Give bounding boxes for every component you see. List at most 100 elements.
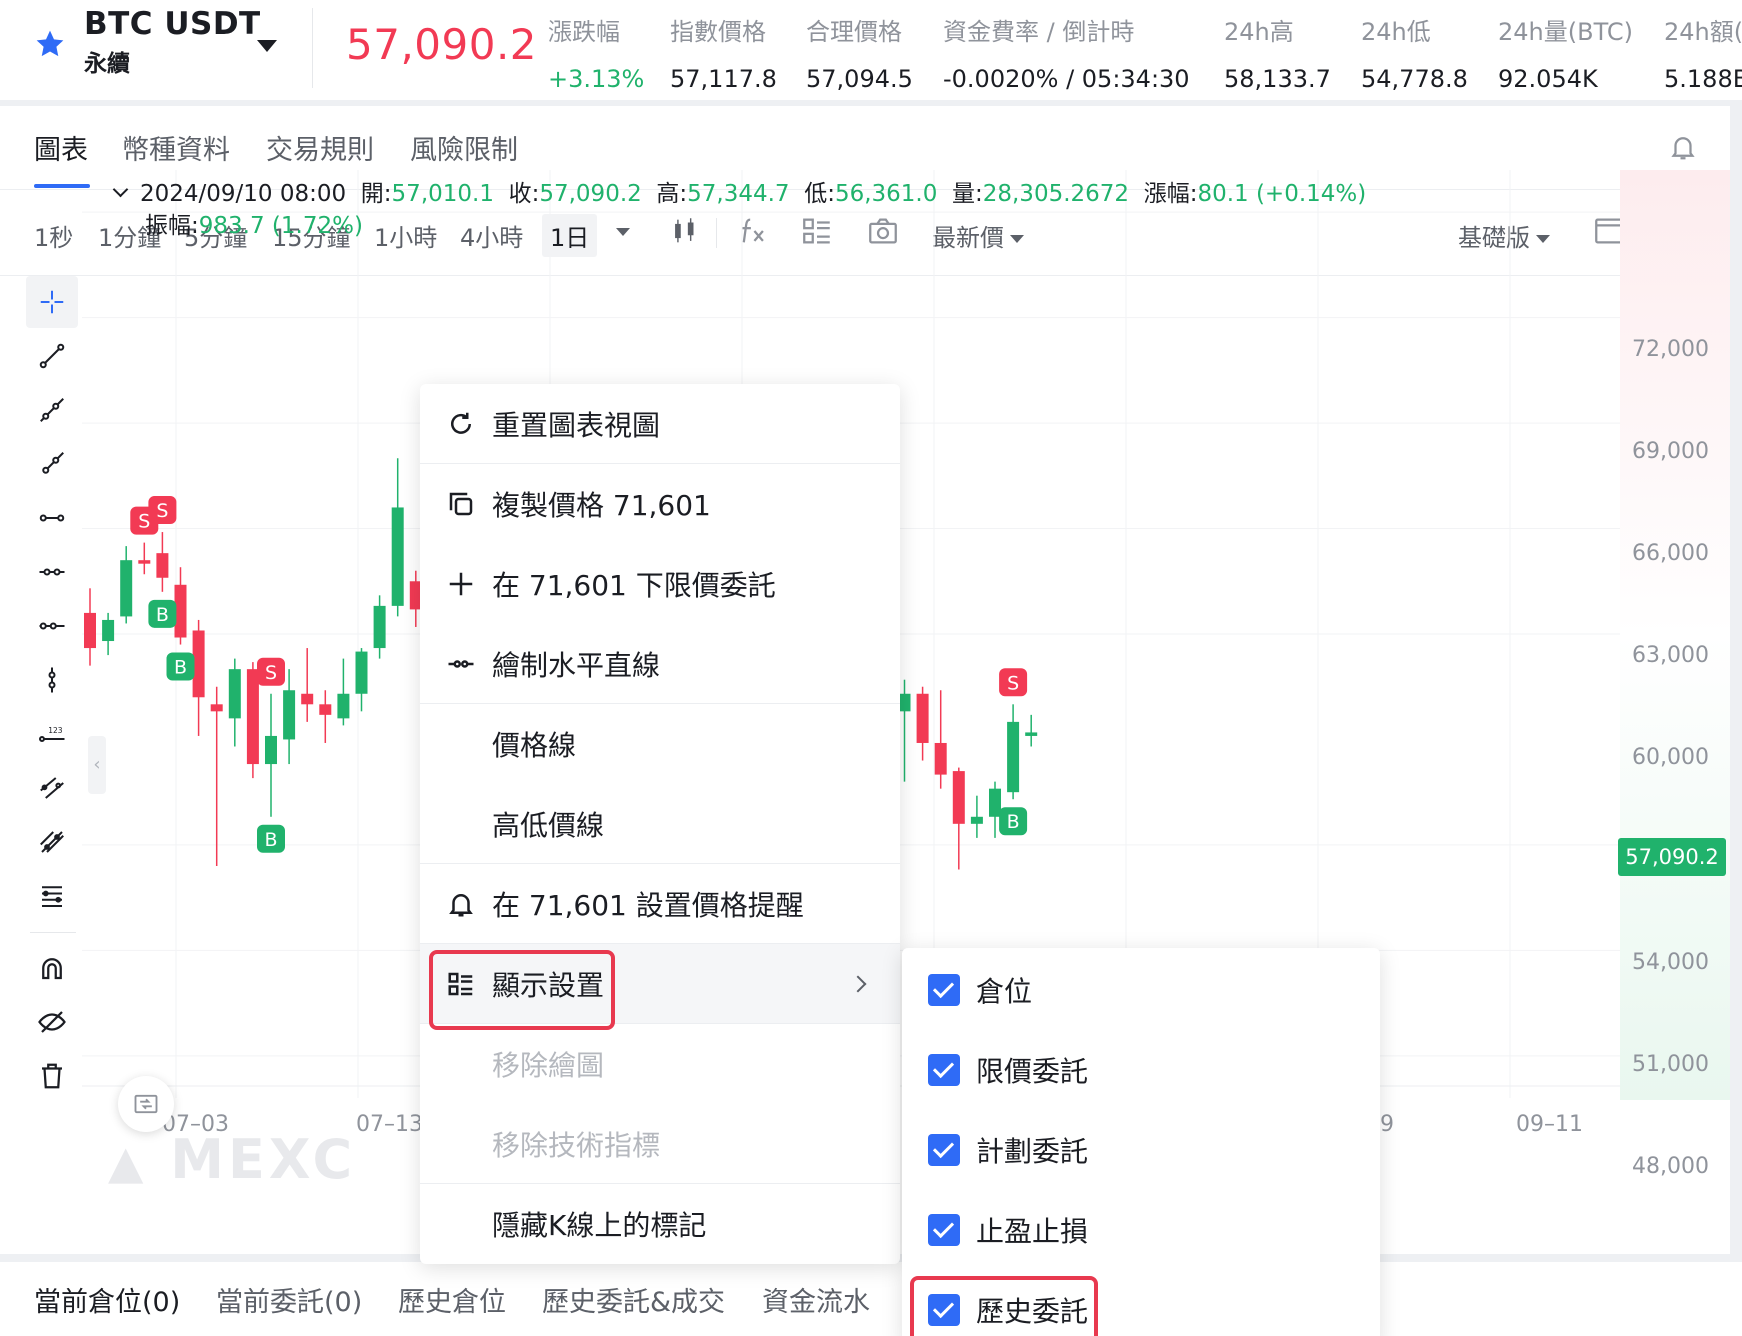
marker-label: S xyxy=(1007,672,1019,694)
price-label-icon: 123 xyxy=(39,726,65,742)
replay-icon xyxy=(134,1094,158,1114)
tab-chart[interactable]: 圖表 xyxy=(34,128,88,167)
ray-tool[interactable] xyxy=(26,384,78,436)
checkbox-checked-icon[interactable] xyxy=(928,1134,960,1166)
tab-position-history[interactable]: 歷史倉位 xyxy=(398,1280,506,1319)
vertical-line-icon xyxy=(48,667,56,693)
parallel-channel-tool[interactable] xyxy=(26,762,78,814)
tab-current-orders[interactable]: 當前委託(0) xyxy=(216,1280,362,1319)
contract-type: 永續 xyxy=(84,51,130,77)
ray-icon xyxy=(40,398,64,422)
info-line-tool[interactable] xyxy=(26,600,78,652)
tab-risk-limit[interactable]: 風險限制 xyxy=(410,128,518,167)
hide-drawings-tool[interactable] xyxy=(26,996,78,1048)
magnet-icon xyxy=(42,958,62,980)
stat-24h-low: 24h低 54,778.8 xyxy=(1361,18,1468,93)
tab-order-history[interactable]: 歷史委託&成交 xyxy=(542,1280,725,1319)
price-tick: 60,000 xyxy=(1632,745,1709,770)
ohlc-line-1: 2024/09/10 08:00 開:57,010.1 收:57,090.2 高… xyxy=(112,178,1366,210)
trend-line-icon xyxy=(39,343,65,369)
menu-place-limit-order[interactable]: 在 71,601 下限價委託 xyxy=(420,544,900,624)
extended-line-tool[interactable] xyxy=(26,438,78,490)
info-line-icon xyxy=(39,622,65,630)
display-settings-submenu: 倉位 限價委託 計劃委託 止盈止損 歷史委託 xyxy=(902,948,1380,1336)
parallel-channel-icon xyxy=(40,777,64,799)
price-tick: 51,000 xyxy=(1632,1052,1709,1077)
tab-current-positions[interactable]: 當前倉位(0) xyxy=(34,1280,180,1319)
menu-draw-horizontal-line[interactable]: 繪制水平直線 xyxy=(420,624,900,704)
toggle-positions[interactable]: 倉位 xyxy=(902,950,1380,1030)
trend-line-tool[interactable] xyxy=(26,330,78,382)
symbol-name[interactable]: BTC USDT xyxy=(84,6,261,42)
menu-high-low-line[interactable]: 高低價線 xyxy=(420,784,900,864)
toggle-tp-sl[interactable]: 止盈止損 xyxy=(902,1190,1380,1270)
candle-body xyxy=(210,704,223,712)
fib-retracement-tool[interactable] xyxy=(26,870,78,922)
candle-body xyxy=(228,669,241,719)
price-tick: 66,000 xyxy=(1632,541,1709,566)
checkbox-checked-icon[interactable] xyxy=(928,1294,960,1326)
candle-body xyxy=(283,690,296,740)
price-tick: 63,000 xyxy=(1632,643,1709,668)
trash-icon xyxy=(42,1063,62,1089)
bell-icon xyxy=(449,894,473,917)
copy-icon xyxy=(449,492,473,516)
candle-body xyxy=(120,560,133,617)
vertical-line-tool[interactable] xyxy=(26,654,78,706)
toggle-limit-orders[interactable]: 限價委託 xyxy=(902,1030,1380,1110)
stat-fair-price: 合理價格 57,094.5 xyxy=(806,18,913,93)
time-tick: 07–13 xyxy=(356,1112,423,1137)
collapse-sidebar-button[interactable]: ‹ xyxy=(88,736,106,794)
ohlc-line-2: 振幅:983.7 (1.72%) xyxy=(145,213,363,239)
tab-trading-rules[interactable]: 交易規則 xyxy=(266,128,374,167)
stat-funding-rate: 資金費率 / 倒計時 -0.0020% / 05:34:30 xyxy=(943,18,1190,93)
stat-change: 漲跌幅 +3.13% xyxy=(548,18,645,93)
horizontal-line-icon xyxy=(39,568,65,576)
tab-funding-records[interactable]: 資金流水 xyxy=(762,1280,870,1319)
crosshair-icon xyxy=(40,290,64,314)
tab-coin-info[interactable]: 幣種資料 xyxy=(122,128,230,167)
drawing-tools-sidebar: 123 xyxy=(0,170,82,1089)
favorite-star-icon[interactable] xyxy=(34,28,66,60)
sidebar-divider xyxy=(30,932,76,933)
candle-body xyxy=(952,771,965,824)
marker-label: S xyxy=(265,662,277,684)
candle-body xyxy=(301,693,314,705)
checkbox-checked-icon[interactable] xyxy=(928,1054,960,1086)
menu-hide-kline-marks[interactable]: 隱藏K線上的標記 xyxy=(420,1184,900,1264)
magnet-tool[interactable] xyxy=(26,942,78,994)
price-label-tool[interactable]: 123 xyxy=(26,708,78,760)
horizontal-ray-icon xyxy=(39,514,65,522)
menu-price-line[interactable]: 價格線 xyxy=(420,704,900,784)
toggle-order-history[interactable]: 歷史委託 xyxy=(902,1270,1380,1336)
horizontal-line-tool[interactable] xyxy=(26,546,78,598)
stat-24h-high: 24h高 58,133.7 xyxy=(1224,18,1331,93)
notification-bell-icon[interactable] xyxy=(1668,130,1698,164)
menu-reset-chart-view[interactable]: 重置圖表視圖 xyxy=(420,384,900,464)
time-tick: 09–11 xyxy=(1516,1112,1583,1137)
reset-icon xyxy=(451,412,471,434)
mexc-logo-icon: ▲ xyxy=(108,1135,148,1189)
replay-button[interactable] xyxy=(118,1076,174,1132)
header-divider xyxy=(312,8,313,88)
candle-body xyxy=(391,507,404,606)
delete-drawings-tool[interactable] xyxy=(26,1050,78,1102)
plus-icon xyxy=(449,572,473,596)
menu-remove-indicators: 移除技術指標 xyxy=(420,1104,900,1184)
horizontal-ray-tool[interactable] xyxy=(26,492,78,544)
toggle-plan-orders[interactable]: 計劃委託 xyxy=(902,1110,1380,1190)
menu-remove-drawings: 移除繪圖 xyxy=(492,1049,605,1082)
chart-context-menu: 重置圖表視圖 複製價格 71,601 在 71,601 下限價委託 繪制水平直線… xyxy=(420,384,900,1264)
ohlc-legend: 2024/09/10 08:00 開:57,010.1 收:57,090.2 高… xyxy=(112,178,1366,242)
candle-body xyxy=(373,605,386,649)
crosshair-tool[interactable] xyxy=(26,276,78,328)
candle-body xyxy=(337,693,350,719)
checkbox-checked-icon[interactable] xyxy=(928,1214,960,1246)
candle-body xyxy=(898,693,911,712)
menu-display-settings[interactable]: 顯示設置 xyxy=(420,944,900,1024)
menu-set-price-alert[interactable]: 在 71,601 設置價格提醒 xyxy=(420,864,900,944)
pitchfork-tool[interactable] xyxy=(26,816,78,868)
menu-copy-price[interactable]: 複製價格 71,601 xyxy=(420,464,900,544)
checkbox-checked-icon[interactable] xyxy=(928,974,960,1006)
symbol-dropdown-icon[interactable] xyxy=(257,40,277,52)
